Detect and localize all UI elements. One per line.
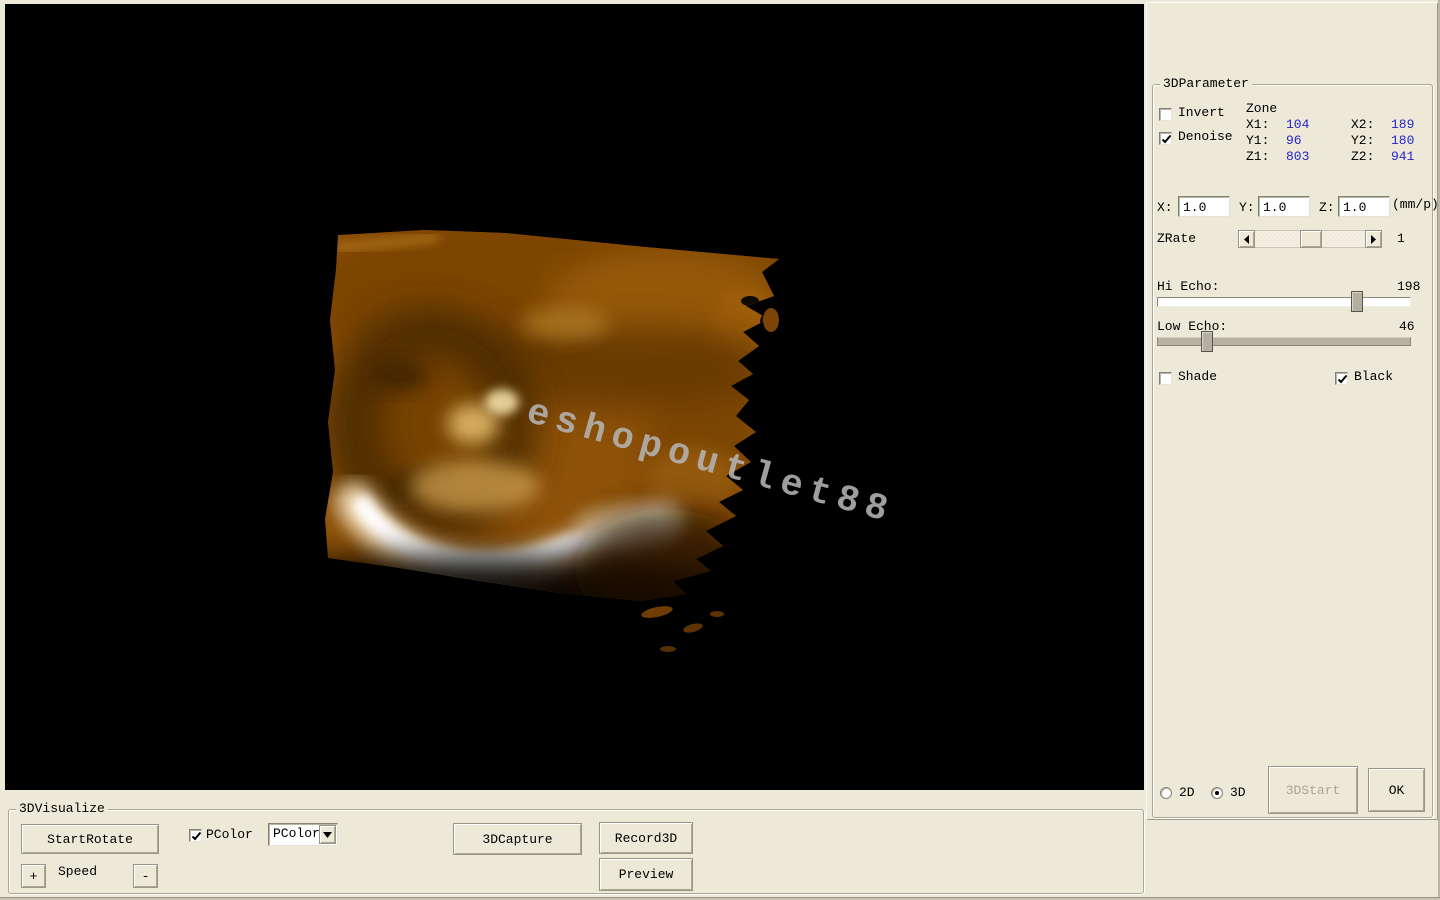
zone-x1-label: X1: — [1246, 118, 1269, 132]
mode-2d-label: 2D — [1179, 786, 1195, 800]
zone-y1-value: 96 — [1286, 134, 1302, 148]
ok-button[interactable]: OK — [1368, 768, 1425, 812]
low-echo-slider-track[interactable] — [1157, 337, 1411, 346]
start-rotate-button[interactable]: StartRotate — [21, 824, 159, 854]
invert-checkbox[interactable] — [1159, 108, 1172, 121]
z-scale-input[interactable] — [1338, 196, 1390, 217]
zone-z2-label: Z2: — [1351, 150, 1374, 164]
zrate-value: 1 — [1397, 232, 1405, 246]
black-checkbox[interactable] — [1335, 372, 1348, 385]
mode-3d-radio[interactable] — [1211, 787, 1223, 799]
zone-z1-label: Z1: — [1246, 150, 1269, 164]
3dcapture-button[interactable]: 3DCapture — [453, 823, 582, 855]
pcolor-dropdown-button[interactable] — [319, 825, 336, 844]
arrow-left-icon — [1243, 235, 1250, 244]
hi-echo-value: 198 — [1397, 280, 1420, 294]
zrate-scrollbar — [1238, 230, 1382, 248]
x-scale-label: X: — [1157, 201, 1173, 215]
chevron-down-icon — [323, 832, 332, 838]
render-viewport[interactable]: eshopoutlet88 — [5, 4, 1144, 790]
low-echo-slider-thumb[interactable] — [1201, 331, 1213, 352]
zone-title: Zone — [1246, 102, 1277, 116]
mode-2d-radio[interactable] — [1160, 787, 1172, 799]
check-icon — [1161, 134, 1172, 145]
zone-y2-label: Y2: — [1351, 134, 1374, 148]
check-icon — [1337, 374, 1348, 385]
pcolor-label: PColor — [206, 828, 253, 842]
invert-label: Invert — [1178, 106, 1225, 120]
zrate-label: ZRate — [1157, 232, 1196, 246]
zone-x1-value: 104 — [1286, 118, 1309, 132]
visualize-group-title: 3DVisualize — [16, 802, 108, 816]
y-scale-input[interactable] — [1258, 196, 1310, 217]
y-scale-label: Y: — [1239, 201, 1255, 215]
scale-unit-label: (mm/p) — [1392, 198, 1439, 212]
preview-button[interactable]: Preview — [599, 858, 693, 891]
record3d-button[interactable]: Record3D — [599, 822, 693, 854]
x-scale-input[interactable] — [1178, 196, 1230, 217]
z-scale-label: Z: — [1319, 201, 1335, 215]
zrate-thumb[interactable] — [1300, 230, 1322, 248]
denoise-checkbox[interactable] — [1159, 132, 1172, 145]
parameter-group-title: 3DParameter — [1160, 77, 1252, 91]
visualize-groupbox: 3DVisualize StartRotate PColor PColor 3D… — [8, 809, 1144, 894]
hi-echo-slider-thumb[interactable] — [1351, 291, 1363, 312]
zone-z2-value: 941 — [1391, 150, 1414, 164]
speed-plus-button[interactable]: + — [21, 864, 46, 888]
check-icon — [191, 831, 202, 842]
zone-y2-value: 180 — [1391, 134, 1414, 148]
zone-x2-label: X2: — [1351, 118, 1374, 132]
mode-3d-label: 3D — [1230, 786, 1246, 800]
hi-echo-label: Hi Echo: — [1157, 280, 1219, 294]
3dstart-button[interactable]: 3DStart — [1268, 766, 1358, 814]
arrow-right-icon — [1370, 235, 1377, 244]
zone-z1-value: 803 — [1286, 150, 1309, 164]
shade-label: Shade — [1178, 370, 1217, 384]
zrate-left-arrow-button[interactable] — [1238, 230, 1255, 248]
parameter-groupbox: 3DParameter Invert Denoise Zone X1: 104 … — [1152, 84, 1433, 818]
pcolor-dropdown[interactable]: PColor — [268, 823, 338, 846]
zone-y1-label: Y1: — [1246, 134, 1269, 148]
pcolor-checkbox[interactable] — [189, 829, 202, 842]
app-window: { "viewport": { "watermark": "eshopoutle… — [0, 0, 1440, 900]
speed-label: Speed — [58, 865, 97, 879]
shade-checkbox[interactable] — [1159, 372, 1172, 385]
hi-echo-slider-track[interactable] — [1157, 297, 1411, 307]
low-echo-value: 46 — [1399, 320, 1415, 334]
radio-dot-icon — [1215, 791, 1219, 795]
black-label: Black — [1354, 370, 1393, 384]
denoise-label: Denoise — [1178, 130, 1233, 144]
parameter-panel: 3DParameter Invert Denoise Zone X1: 104 … — [1146, 2, 1438, 820]
ultrasound-3d-render — [5, 4, 1144, 790]
low-echo-label: Low Echo: — [1157, 320, 1227, 334]
speed-minus-button[interactable]: - — [133, 864, 158, 888]
zone-x2-value: 189 — [1391, 118, 1414, 132]
zrate-right-arrow-button[interactable] — [1365, 230, 1382, 248]
